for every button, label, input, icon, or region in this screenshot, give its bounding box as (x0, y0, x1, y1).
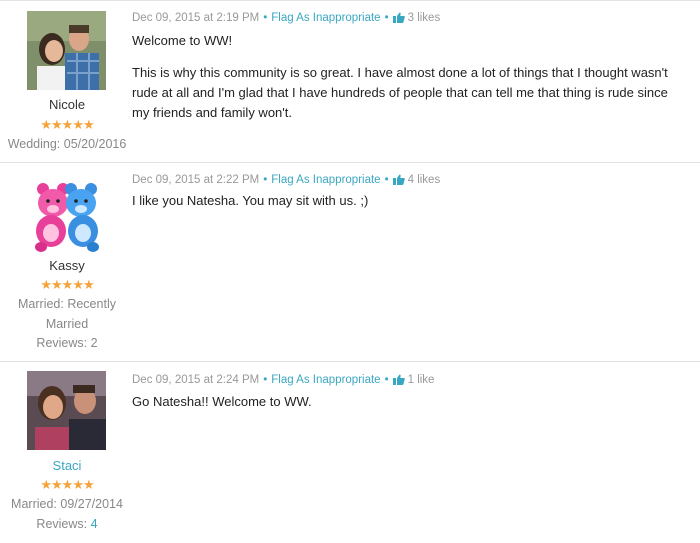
post-body: Welcome to WW! This is why this communit… (132, 31, 687, 123)
avatar[interactable] (27, 11, 106, 90)
user-name-link[interactable]: Staci (0, 458, 134, 473)
reviews-count: 2 (90, 336, 98, 350)
avatar[interactable] (27, 175, 106, 254)
post-header: Dec 09, 2015 at 2:19 PM • Flag As Inapprop… (132, 12, 440, 26)
post-date: Dec 09, 2015 at 2:22 PM (132, 174, 260, 186)
comment-post: Kassy ★★★★★ Married: Recently Married Re… (0, 162, 700, 362)
star-rating: ★★★★★ (40, 117, 94, 132)
thumbs-up-icon[interactable] (392, 374, 405, 388)
star-rating: ★★★★★ (40, 477, 94, 492)
separator-dot: • (263, 374, 268, 386)
user-name: Kassy (49, 258, 85, 273)
reviews-count-link[interactable]: 4 (91, 517, 98, 531)
flag-inappropriate-link[interactable]: Flag As Inappropriate (271, 12, 380, 24)
post-paragraph: This is why this community is so great. … (132, 65, 668, 120)
like-count: 4 likes (407, 174, 441, 186)
post-paragraph: Welcome to WW! (132, 33, 233, 48)
user-married-status: Married: Recently (18, 297, 116, 311)
post-date: Dec 09, 2015 at 2:19 PM (132, 12, 260, 24)
star-rating: ★★★★★ (40, 277, 94, 292)
separator-dot: • (263, 12, 268, 24)
flag-inappropriate-link[interactable]: Flag As Inappropriate (271, 174, 380, 186)
post-paragraph: Go Natesha!! Welcome to WW. (132, 394, 312, 409)
user-married-status-cont: Married (45, 317, 89, 331)
user-wedding-date: Wedding: 05/20/2016 (7, 137, 127, 151)
separator-dot: • (263, 174, 268, 186)
like-count: 1 like (407, 374, 435, 386)
reviews-label: Reviews: (36, 336, 88, 350)
separator-dot: • (384, 12, 389, 24)
post-body: Go Natesha!! Welcome to WW. (132, 392, 687, 412)
thumbs-up-icon[interactable] (392, 174, 405, 188)
user-reviews: Reviews: 2 (0, 336, 134, 350)
post-date: Dec 09, 2015 at 2:24 PM (132, 374, 260, 386)
post-paragraph: I like you Natesha. You may sit with us.… (132, 193, 369, 208)
reviews-label: Reviews: (36, 517, 88, 531)
avatar[interactable] (27, 371, 106, 450)
post-body: I like you Natesha. You may sit with us.… (132, 191, 687, 211)
post-header: Dec 09, 2015 at 2:22 PM • Flag As Inapprop… (132, 174, 440, 188)
separator-dot: • (384, 174, 389, 186)
user-name: Nicole (48, 97, 86, 112)
post-header: Dec 09, 2015 at 2:24 PM • Flag As Inapprop… (132, 374, 434, 388)
comment-post: Staci ★★★★★ Married: 09/27/2014 Reviews:… (0, 361, 700, 543)
user-reviews: Reviews: 4 (0, 517, 134, 531)
separator-dot: • (384, 374, 389, 386)
user-married-date: Married: 09/27/2014 (11, 497, 123, 511)
like-count: 3 likes (407, 12, 441, 24)
comment-post: Nicole ★★★★★ Wedding: 05/20/2016 Dec 09,… (0, 0, 700, 163)
thumbs-up-icon[interactable] (392, 12, 405, 26)
flag-inappropriate-link[interactable]: Flag As Inappropriate (271, 374, 380, 386)
